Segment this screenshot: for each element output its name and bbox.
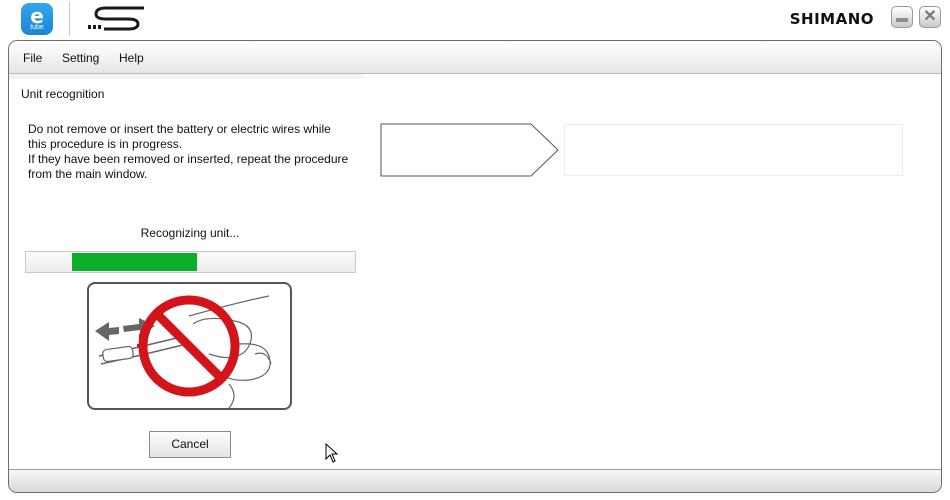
menu-bar: File Setting Help bbox=[9, 41, 941, 74]
main-window: File Setting Help Unit recognition Do no… bbox=[8, 40, 942, 493]
status-bar bbox=[9, 470, 941, 492]
menu-setting[interactable]: Setting bbox=[62, 51, 99, 65]
cancel-button[interactable]: Cancel bbox=[149, 431, 231, 458]
progress-bar bbox=[25, 251, 356, 273]
unit-target-box bbox=[564, 124, 903, 176]
warning-line: If they have been removed or inserted, r… bbox=[28, 152, 349, 166]
logo-sub: tube bbox=[30, 24, 44, 31]
menu-help[interactable]: Help bbox=[119, 51, 144, 65]
section-title: Unit recognition bbox=[21, 87, 105, 101]
brand-logo: SHIMANO bbox=[789, 10, 874, 28]
do-not-disconnect-illustration bbox=[87, 282, 292, 410]
menu-file[interactable]: File bbox=[23, 51, 42, 65]
progress-fill bbox=[72, 253, 197, 271]
close-button[interactable]: ✕ bbox=[919, 6, 941, 28]
status-text: Recognizing unit... bbox=[140, 226, 240, 240]
mouse-pointer-icon bbox=[325, 443, 339, 463]
logo-divider bbox=[69, 2, 70, 36]
prohibited-cable-icon bbox=[95, 295, 272, 408]
warning-message: Do not remove or insert the battery or e… bbox=[28, 122, 368, 182]
close-icon: ✕ bbox=[923, 8, 937, 25]
warning-line: this procedure is in progress. bbox=[28, 137, 183, 151]
warning-line: from the main window. bbox=[28, 167, 148, 181]
warning-line: Do not remove or insert the battery or e… bbox=[28, 122, 331, 136]
s-series-logo-icon bbox=[88, 6, 144, 31]
minimize-icon bbox=[896, 18, 908, 22]
minimize-button[interactable] bbox=[891, 6, 913, 28]
etube-logo-icon: e tube bbox=[21, 3, 53, 35]
title-bar: e tube SHIMANO ✕ bbox=[0, 0, 950, 38]
panel-top-band bbox=[9, 74, 364, 79]
unit-arrow-box bbox=[380, 123, 559, 177]
